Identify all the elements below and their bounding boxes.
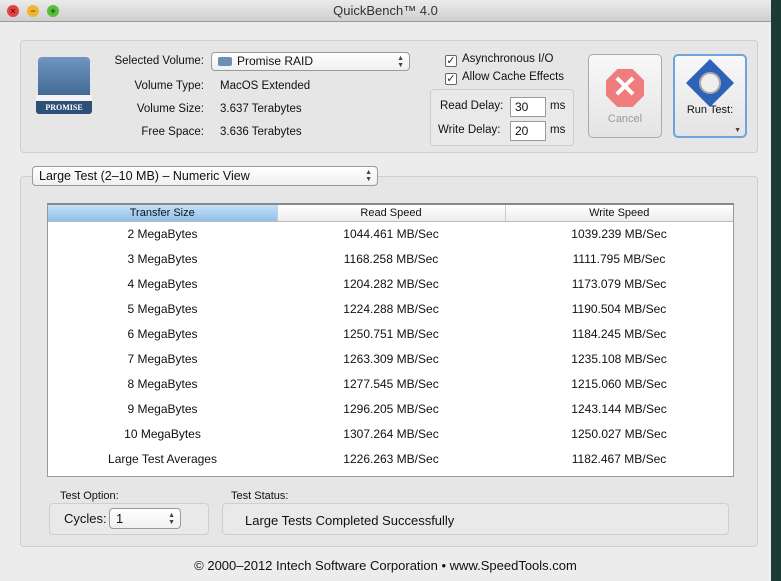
free-space-label: Free Space:: [141, 126, 204, 138]
transfer-size-cell: Large Test Averages: [108, 451, 217, 466]
read-delay-input[interactable]: 30: [510, 97, 546, 117]
window-title: QuickBench™ 4.0: [333, 3, 438, 18]
async-io-label: Asynchronous I/O: [462, 53, 554, 65]
table-row[interactable]: Large Test Averages 1226.263 MB/Sec 1182.4…: [48, 446, 733, 471]
minimize-button[interactable]: −: [27, 5, 39, 17]
zoom-button[interactable]: +: [47, 5, 59, 17]
copyright-footer: © 2000–2012 Intech Software Corporation …: [194, 558, 577, 573]
write-speed-cell: 1182.467 MB/Sec: [571, 451, 667, 466]
write-delay-input[interactable]: 20: [510, 121, 546, 141]
read-delay-label: Read Delay:: [440, 100, 504, 112]
checkmark-icon: ✓: [445, 55, 457, 67]
transfer-size-cell: 2 MegaBytes: [127, 226, 198, 241]
async-io-checkbox[interactable]: ✓ Asynchronous I/O: [445, 53, 553, 67]
write-speed-cell: 1235.108 MB/Sec: [571, 351, 667, 366]
read-speed-cell: 1250.751 MB/Sec: [343, 326, 439, 341]
read-delay-unit: ms: [550, 100, 566, 112]
write-speed-cell: 1243.144 MB/Sec: [571, 401, 667, 416]
table-row[interactable]: 6 MegaBytes 1250.751 MB/Sec 1184.245 MB/Se…: [48, 321, 733, 346]
checkmark-icon: ✓: [445, 73, 457, 85]
column-header-read-speed[interactable]: Read Speed: [277, 205, 506, 222]
test-status-text: Large Tests Completed Successfully: [245, 513, 455, 528]
table-row[interactable]: 3 MegaBytes 1168.258 MB/Sec 1111.795 MB/Se…: [48, 246, 733, 271]
cycles-stepper[interactable]: 1 ▲ ▼: [109, 508, 181, 529]
transfer-size-cell: 7 MegaBytes: [127, 351, 198, 366]
read-speed-cell: 1263.309 MB/Sec: [343, 351, 439, 366]
read-speed-cell: 1296.205 MB/Sec: [343, 401, 439, 416]
title-bar: × − + QuickBench™ 4.0: [0, 0, 771, 22]
test-option-label: Test Option:: [60, 490, 119, 502]
volume-select-value: Promise RAID: [237, 54, 314, 68]
cycles-value: 1: [116, 511, 124, 526]
app-window: × − + QuickBench™ 4.0 PROMISE Selected V…: [0, 0, 771, 581]
column-header-write-speed[interactable]: Write Speed: [505, 205, 733, 222]
delay-group: [430, 89, 574, 146]
write-speed-cell: 1215.060 MB/Sec: [571, 376, 667, 391]
cache-effects-checkbox[interactable]: ✓ Allow Cache Effects: [445, 71, 564, 85]
results-table: Transfer Size Read Speed Write Speed 2 M…: [47, 203, 734, 477]
read-speed-cell: 1224.288 MB/Sec: [343, 301, 439, 316]
transfer-size-cell: 6 MegaBytes: [127, 326, 198, 341]
transfer-size-cell: 5 MegaBytes: [127, 301, 198, 316]
table-row[interactable]: 2 MegaBytes 1044.461 MB/Sec 1039.239 MB/Se…: [48, 221, 733, 246]
transfer-size-cell: 4 MegaBytes: [127, 276, 198, 291]
cancel-label: Cancel: [607, 113, 643, 125]
write-speed-cell: 1173.079 MB/Sec: [571, 276, 667, 291]
volume-icon: [218, 57, 232, 66]
write-delay-label: Write Delay:: [438, 124, 501, 136]
volume-type-label: Volume Type:: [134, 80, 204, 92]
read-speed-cell: 1044.461 MB/Sec: [343, 226, 439, 241]
write-speed-cell: 1184.245 MB/Sec: [571, 326, 667, 341]
volume-size-label: Volume Size:: [136, 103, 204, 115]
volume-select[interactable]: Promise RAID ▲ ▼: [211, 52, 410, 71]
write-speed-cell: 1190.504 MB/Sec: [571, 301, 667, 316]
cycles-label: Cycles:: [64, 511, 107, 526]
run-test-button[interactable]: Run Test: ▼: [673, 54, 747, 138]
select-arrows-icon: ▲ ▼: [365, 169, 372, 183]
stepper-arrows-icon: ▲ ▼: [168, 512, 175, 526]
read-speed-cell: 1168.258 MB/Sec: [343, 251, 439, 266]
column-header-transfer-size[interactable]: Transfer Size: [48, 205, 278, 222]
select-arrows-icon: ▲ ▼: [397, 55, 404, 69]
write-speed-cell: 1039.239 MB/Sec: [571, 226, 667, 241]
table-row[interactable]: 10 MegaBytes 1307.264 MB/Sec 1250.027 MB/S…: [48, 421, 733, 446]
transfer-size-cell: 3 MegaBytes: [127, 251, 198, 266]
stop-x-icon: ✕: [606, 69, 644, 107]
view-select[interactable]: Large Test (2–10 MB) – Numeric View ▲ ▼: [32, 166, 378, 186]
transfer-size-cell: 8 MegaBytes: [127, 376, 198, 391]
transfer-size-cell: 9 MegaBytes: [127, 401, 198, 416]
table-row[interactable]: 5 MegaBytes 1224.288 MB/Sec 1190.504 MB/Se…: [48, 296, 733, 321]
close-button[interactable]: ×: [7, 5, 19, 17]
read-speed-cell: 1226.263 MB/Sec: [343, 451, 439, 466]
volume-size-value: 3.637 Terabytes: [220, 103, 302, 115]
write-speed-cell: 1111.795 MB/Sec: [572, 251, 666, 266]
table-row[interactable]: 8 MegaBytes 1277.545 MB/Sec 1215.060 MB/Se…: [48, 371, 733, 396]
table-row[interactable]: 4 MegaBytes 1204.282 MB/Sec 1173.079 MB/Se…: [48, 271, 733, 296]
volume-type-value: MacOS Extended: [220, 80, 311, 92]
read-speed-cell: 1307.264 MB/Sec: [343, 426, 439, 441]
free-space-value: 3.636 Terabytes: [220, 126, 302, 138]
test-status-label: Test Status:: [231, 490, 289, 502]
write-speed-cell: 1250.027 MB/Sec: [571, 426, 667, 441]
cache-effects-label: Allow Cache Effects: [462, 71, 565, 83]
stopwatch-icon: [685, 58, 735, 108]
read-speed-cell: 1277.545 MB/Sec: [343, 376, 439, 391]
cancel-button[interactable]: ✕ Cancel: [588, 54, 662, 138]
write-delay-unit: ms: [550, 124, 566, 136]
table-row[interactable]: 9 MegaBytes 1296.205 MB/Sec 1243.144 MB/Se…: [48, 396, 733, 421]
read-speed-cell: 1204.282 MB/Sec: [343, 276, 439, 291]
selected-volume-label: Selected Volume:: [114, 55, 204, 67]
view-select-value: Large Test (2–10 MB) – Numeric View: [39, 169, 250, 183]
transfer-size-cell: 10 MegaBytes: [124, 426, 201, 441]
table-row[interactable]: 7 MegaBytes 1263.309 MB/Sec 1235.108 MB/Se…: [48, 346, 733, 371]
dropdown-arrow-icon: ▼: [734, 127, 741, 134]
